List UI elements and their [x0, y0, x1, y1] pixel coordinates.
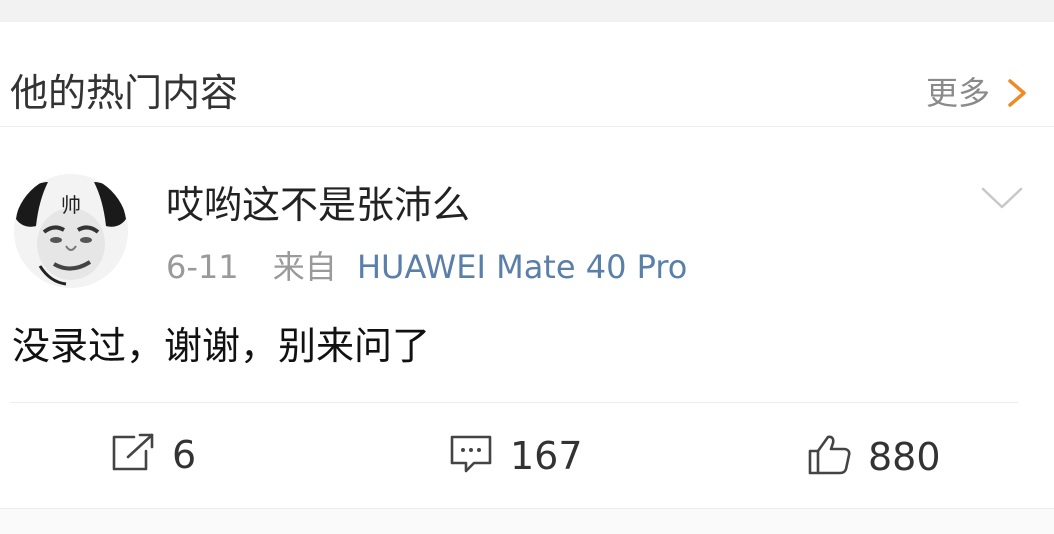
comment-count: 167 [510, 434, 583, 478]
post-date: 6-11 [166, 248, 239, 286]
author-name[interactable]: 哎哟这不是张沛么 [166, 186, 470, 224]
chevron-right-icon [1004, 78, 1030, 108]
device-link[interactable]: HUAWEI Mate 40 Pro [357, 248, 687, 286]
content-divider [10, 402, 1018, 403]
thumbs-up-icon [806, 433, 852, 481]
comment-icon [448, 433, 494, 479]
repost-icon [110, 433, 156, 477]
avatar[interactable]: 帅 [14, 174, 128, 288]
more-label: 更多 [925, 74, 990, 112]
post-meta: 6-11 来自 HUAWEI Mate 40 Pro [166, 251, 687, 283]
section-title: 他的热门内容 [10, 71, 239, 115]
post-card[interactable]: 帅 哎哟这不是张沛么 6-11 来自 HUAWEI Mate 40 Pro 没录… [0, 127, 1054, 507]
comment-button[interactable]: 167 [448, 433, 583, 479]
action-bar: 6 167 880 [0, 433, 1054, 483]
source-prefix: 来自 [272, 248, 337, 286]
like-button[interactable]: 880 [806, 433, 941, 481]
post-text: 没录过，谢谢，别来问了 [12, 324, 431, 368]
repost-button[interactable]: 6 [110, 433, 196, 477]
like-count: 880 [868, 435, 941, 479]
more-button[interactable]: 更多 [926, 77, 1030, 109]
bottom-band [0, 509, 1054, 534]
top-band [0, 0, 1054, 22]
section-header: 他的热门内容 更多 [0, 22, 1054, 126]
avatar-text: 帅 [61, 193, 81, 217]
chevron-down-icon[interactable] [980, 185, 1024, 213]
repost-count: 6 [172, 433, 197, 477]
